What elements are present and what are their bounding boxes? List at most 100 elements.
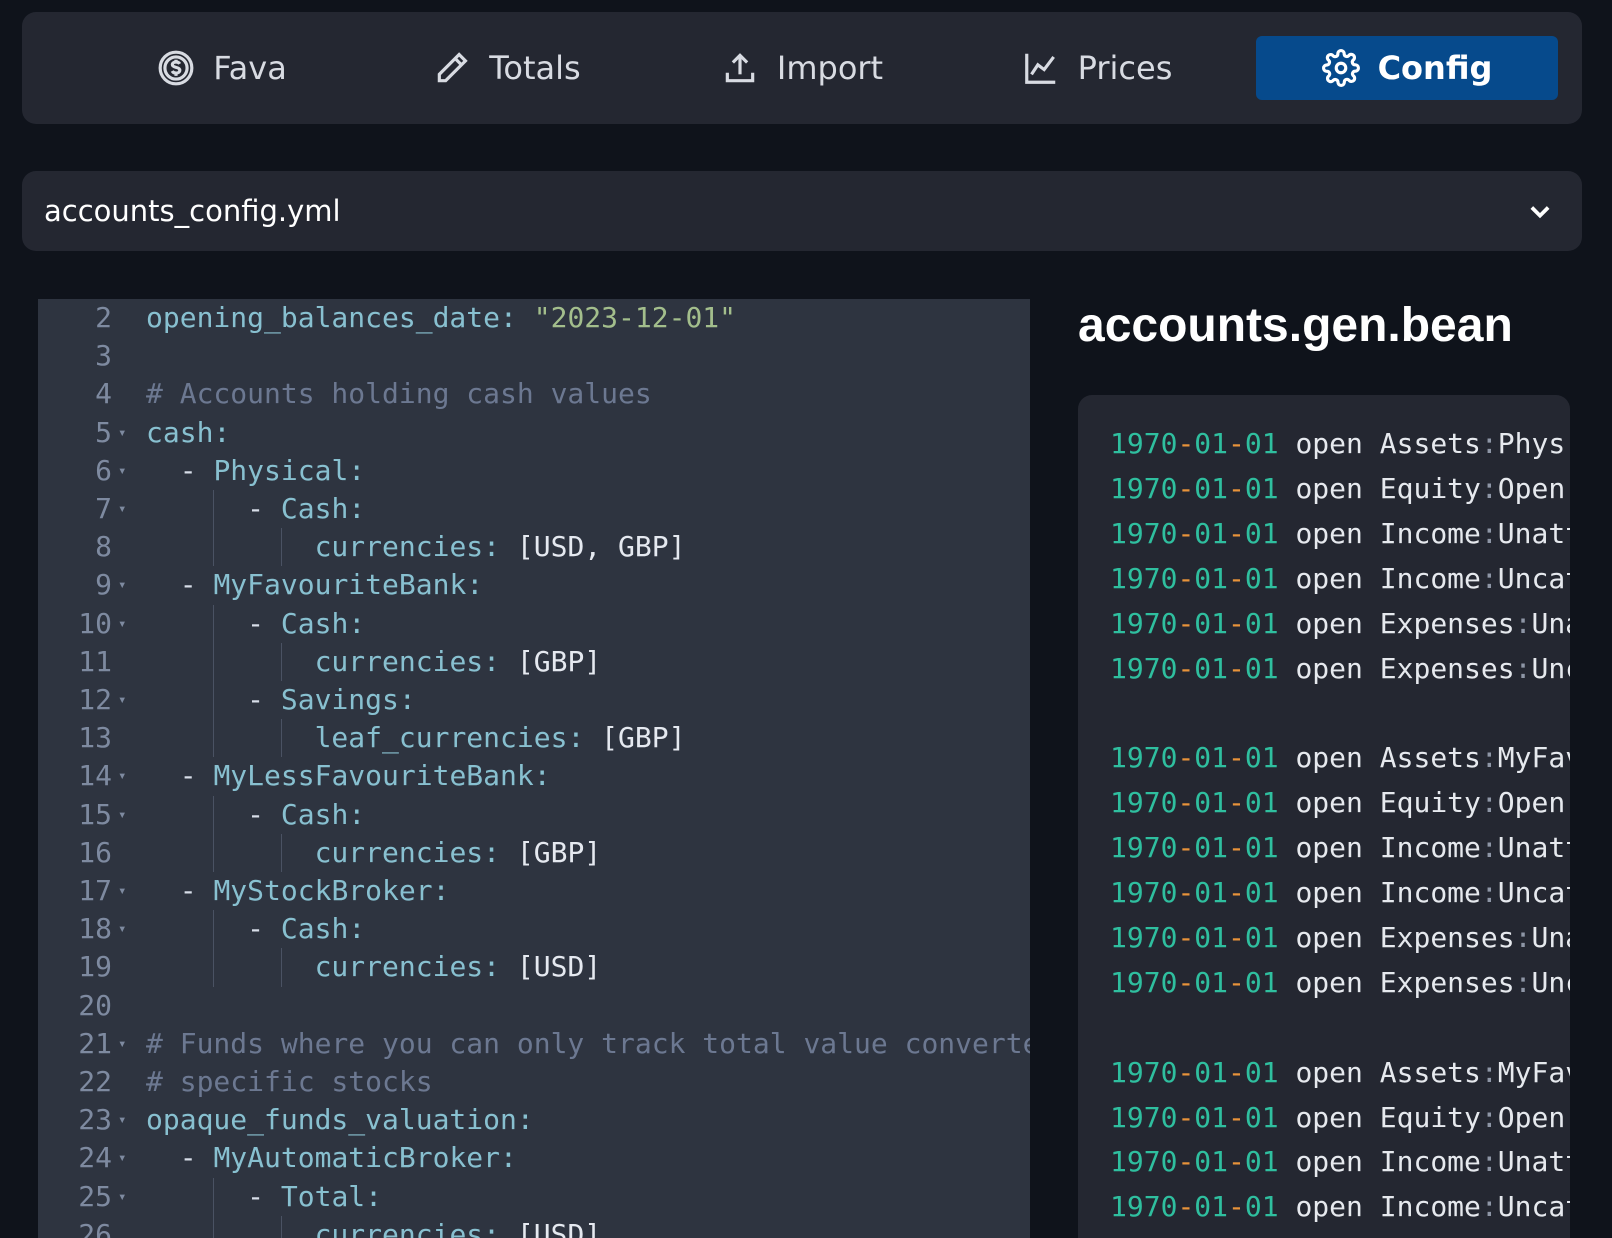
code-text: # Funds where you can only track total v… bbox=[146, 1026, 1030, 1060]
bean-directive: open bbox=[1278, 427, 1380, 460]
bean-line: 1970-01-01 open Equity:Open bbox=[1110, 470, 1565, 508]
bean-date: 1970-01-01 bbox=[1110, 786, 1279, 820]
bean-line: 1970-01-01 open Expenses:Una bbox=[1110, 605, 1570, 643]
code-text: # Accounts holding cash values bbox=[146, 377, 652, 411]
bean-directive: open bbox=[1278, 831, 1380, 865]
fold-toggle-icon[interactable]: ▾ bbox=[118, 1101, 136, 1139]
bean-directive: open bbox=[1278, 786, 1380, 820]
bean-line: 1970-01-01 open Expenses:Unc bbox=[1110, 964, 1570, 1002]
code-text: - MyStockBroker: bbox=[179, 874, 450, 907]
fold-toggle-icon[interactable]: ▾ bbox=[118, 414, 136, 452]
fold-toggle-icon[interactable]: ▾ bbox=[118, 1025, 136, 1063]
bean-date: 1970-01-01 bbox=[1110, 920, 1279, 954]
indent-guide bbox=[213, 1215, 215, 1238]
editor-line: 14 ▾ - MyLessFavouriteBank: bbox=[38, 757, 1030, 795]
indent-guide bbox=[213, 795, 215, 834]
bean-line: 1970-01-01 open Assets:MyFav bbox=[1110, 1054, 1570, 1092]
nav-item-import[interactable]: Import bbox=[712, 36, 892, 100]
editor-line: 10 ▾ - Cash: bbox=[38, 605, 1030, 643]
line-chart-icon bbox=[1024, 53, 1055, 84]
fold-toggle-icon[interactable]: ▾ bbox=[118, 872, 136, 910]
bean-line: 1970-01-01 open Assets:Phys bbox=[1110, 425, 1565, 463]
bean-line: 1970-01-01 open Equity:Open bbox=[1110, 784, 1565, 822]
fold-toggle-icon[interactable]: ▾ bbox=[118, 452, 136, 490]
nav-item-prices[interactable]: Prices bbox=[1007, 36, 1187, 100]
yaml-editor[interactable]: 2 opening_balances_date: "2023-12-01" 3 4 # … bbox=[38, 299, 1030, 1238]
bean-directive: open bbox=[1278, 471, 1380, 505]
editor-line: 16 currencies: [GBP] bbox=[38, 834, 1030, 872]
code-text: # specific stocks bbox=[146, 1065, 433, 1098]
bean-date: 1970-01-01 bbox=[1110, 471, 1279, 505]
nav-label-import: Import bbox=[776, 49, 884, 87]
editor-line: 23 ▾ opaque_funds_valuation: bbox=[38, 1101, 1030, 1139]
bean-line: 1970-01-01 open Expenses:Unc bbox=[1110, 650, 1570, 688]
bean-directive: open bbox=[1278, 920, 1380, 954]
editor-line: 25 ▾ - Total: bbox=[38, 1178, 1030, 1216]
bean-date: 1970-01-01 bbox=[1110, 831, 1279, 865]
code-text: cash: bbox=[146, 415, 231, 449]
fold-toggle-icon[interactable]: ▾ bbox=[118, 605, 136, 643]
editor-line: 21 ▾ # Funds where you can only track tota… bbox=[38, 1025, 1030, 1063]
bean-account: Income:Unatt bbox=[1379, 1145, 1570, 1179]
bean-date: 1970-01-01 bbox=[1110, 427, 1279, 460]
indent-guide bbox=[280, 642, 282, 681]
nav-item-totals[interactable]: Totals bbox=[417, 36, 597, 100]
indent-guide bbox=[280, 719, 282, 758]
line-number: 22 bbox=[78, 1065, 112, 1098]
fold-toggle-icon[interactable]: ▾ bbox=[118, 1178, 136, 1216]
fold-toggle-icon[interactable]: ▾ bbox=[118, 796, 136, 834]
line-number: 14 bbox=[78, 759, 112, 793]
editor-line: 22 # specific stocks bbox=[38, 1063, 1030, 1101]
nav-label-fava: Fava bbox=[213, 49, 287, 87]
code-text: - Savings: bbox=[247, 683, 416, 716]
bean-date: 1970-01-01 bbox=[1110, 561, 1279, 595]
bean-account: Income:Unatt bbox=[1379, 516, 1570, 550]
bean-date: 1970-01-01 bbox=[1110, 965, 1279, 999]
editor-line: 19 currencies: [USD] bbox=[38, 948, 1030, 986]
bean-directive: open bbox=[1278, 965, 1380, 999]
fold-toggle-icon[interactable]: ▾ bbox=[118, 910, 136, 948]
bean-account: Expenses:Una bbox=[1379, 606, 1570, 640]
indent-guide bbox=[280, 948, 282, 987]
line-number: 9 bbox=[95, 568, 112, 602]
bean-date: 1970-01-01 bbox=[1110, 741, 1279, 775]
bean-date: 1970-01-01 bbox=[1110, 606, 1279, 640]
bean-date: 1970-01-01 bbox=[1110, 1145, 1279, 1179]
config-file-select-value: accounts_config.yml bbox=[44, 194, 341, 228]
code-text: - Cash: bbox=[247, 606, 366, 640]
fold-toggle-icon[interactable]: ▾ bbox=[118, 1139, 136, 1177]
editor-line: 17 ▾ - MyStockBroker: bbox=[38, 872, 1030, 910]
editor-line: 15 ▾ - Cash: bbox=[38, 796, 1030, 834]
bean-line: 1970-01-01 open Equity:Open bbox=[1110, 1099, 1565, 1137]
fold-toggle-icon[interactable]: ▾ bbox=[118, 681, 136, 719]
line-number: 19 bbox=[78, 950, 112, 984]
bean-account: Income:Uncat bbox=[1379, 561, 1570, 595]
indent-guide bbox=[213, 528, 215, 567]
bean-account: Equity:Open bbox=[1379, 786, 1566, 820]
fold-toggle-icon[interactable]: ▾ bbox=[118, 757, 136, 795]
line-number: 13 bbox=[78, 721, 112, 755]
indent-guide bbox=[213, 1177, 215, 1216]
line-number: 26 bbox=[78, 1217, 112, 1238]
indent-guide bbox=[213, 719, 215, 758]
top-nav: Fava Totals Import Prices Config bbox=[22, 12, 1582, 124]
line-number: 7 bbox=[95, 492, 112, 525]
dollar-coin-icon bbox=[158, 50, 194, 86]
indent-guide bbox=[280, 528, 282, 567]
indent-guide bbox=[213, 490, 215, 529]
fold-toggle-icon[interactable]: ▾ bbox=[118, 490, 136, 528]
config-file-select[interactable]: accounts_config.yml bbox=[22, 171, 1582, 251]
nav-item-fava[interactable]: Fava bbox=[132, 36, 312, 100]
indent-guide bbox=[213, 833, 215, 872]
line-number: 2 bbox=[95, 301, 112, 334]
line-number: 8 bbox=[95, 530, 112, 564]
bean-line: 1970-01-01 open Income:Uncat bbox=[1110, 874, 1570, 912]
line-number: 10 bbox=[78, 606, 112, 640]
fold-toggle-icon[interactable]: ▾ bbox=[118, 566, 136, 604]
bean-line: 1970-01-01 open Assets:MyFav bbox=[1110, 739, 1570, 777]
code-text: opening_balances_date: "2023-12-01" bbox=[146, 301, 737, 334]
bean-account: Expenses:Unc bbox=[1379, 965, 1570, 999]
bean-line: 1970-01-01 open Income:Unatt bbox=[1110, 1143, 1570, 1181]
nav-item-config[interactable]: Config bbox=[1256, 36, 1558, 100]
code-text: - Cash: bbox=[247, 492, 366, 525]
